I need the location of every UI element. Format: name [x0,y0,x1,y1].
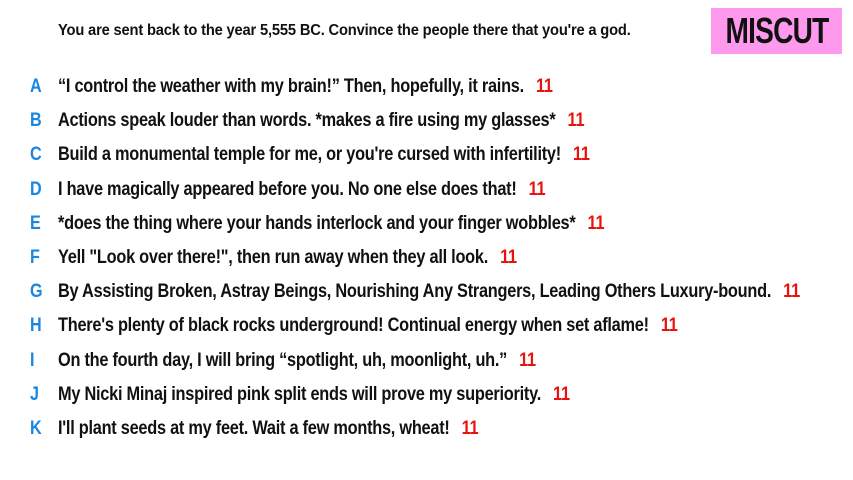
answer-letter: E [30,212,41,234]
answer-score: 11 [587,212,605,234]
answer-score: 11 [572,144,590,166]
miscut-badge: MISCUT [711,8,842,54]
answer-list: A “I control the weather with my brain!”… [0,70,853,446]
answer-row-j: J My Nicki Minaj inspired pink split end… [0,378,853,412]
answer-row-f: F Yell "Look over there!", then run away… [0,241,853,275]
answer-line: Build a monumental temple for me, or you… [58,144,590,166]
answer-letter: A [30,76,42,98]
answer-letter: I [30,349,35,371]
answer-letter: H [30,315,42,337]
answer-row-k: K I'll plant seeds at my feet. Wait a fe… [0,412,853,446]
answer-row-g: G By Assisting Broken, Astray Beings, No… [0,275,853,309]
answer-text: My Nicki Minaj inspired pink split ends … [58,383,541,405]
answer-score: 11 [553,383,570,405]
answer-letter: J [30,383,39,405]
answer-text: I have magically appeared before you. No… [58,178,517,200]
answer-row-e: E *does the thing where your hands inter… [0,207,853,241]
answer-text: On the fourth day, I will bring “spotlig… [58,349,508,371]
answer-letter: F [30,247,40,269]
answer-text: By Assisting Broken, Astray Beings, Nour… [58,281,772,303]
answer-line: On the fourth day, I will bring “spotlig… [58,350,536,372]
answer-score: 11 [519,349,536,371]
answer-letter: C [30,144,42,166]
answer-row-b: B Actions speak louder than words. *make… [0,104,853,138]
answer-score: 11 [535,76,553,98]
answer-line: By Assisting Broken, Astray Beings, Nour… [58,281,800,303]
answer-line: My Nicki Minaj inspired pink split ends … [58,384,570,406]
answer-text: *does the thing where your hands interlo… [58,212,576,234]
answer-text: Yell "Look over there!", then run away w… [58,247,489,269]
answer-line: I have magically appeared before you. No… [58,178,546,201]
answer-line: Actions speak louder than words. *makes … [58,110,585,132]
answer-row-d: D I have magically appeared before you. … [0,173,853,207]
answer-row-h: H There's plenty of black rocks undergro… [0,309,853,343]
answer-line: *does the thing where your hands interlo… [58,212,605,235]
answer-score: 11 [528,178,546,200]
answer-score: 11 [461,417,479,439]
answer-letter: D [30,178,42,200]
answer-score: 11 [567,110,585,132]
prompt-text: You are sent back to the year 5,555 BC. … [58,22,631,39]
answer-letter: K [30,417,42,439]
answer-line: “I control the weather with my brain!” T… [58,76,553,98]
answer-line: Yell "Look over there!", then run away w… [58,247,517,269]
answer-line: I'll plant seeds at my feet. Wait a few … [58,417,479,440]
answer-text: “I control the weather with my brain!” T… [58,76,524,98]
answer-text: There's plenty of black rocks undergroun… [58,315,649,337]
answer-letter: G [30,281,43,303]
answer-score: 11 [660,315,678,337]
answer-row-a: A “I control the weather with my brain!”… [0,70,853,104]
answer-score: 11 [783,281,800,303]
answer-text: Actions speak louder than words. *makes … [58,110,556,132]
answer-letter: B [30,110,42,132]
answer-text: I'll plant seeds at my feet. Wait a few … [58,417,450,439]
answer-score: 11 [500,247,517,269]
answer-text: Build a monumental temple for me, or you… [58,144,561,166]
answer-row-i: I On the fourth day, I will bring “spotl… [0,344,853,378]
answer-row-c: C Build a monumental temple for me, or y… [0,138,853,172]
answer-line: There's plenty of black rocks undergroun… [58,315,678,337]
badge-label: MISCUT [725,10,829,51]
